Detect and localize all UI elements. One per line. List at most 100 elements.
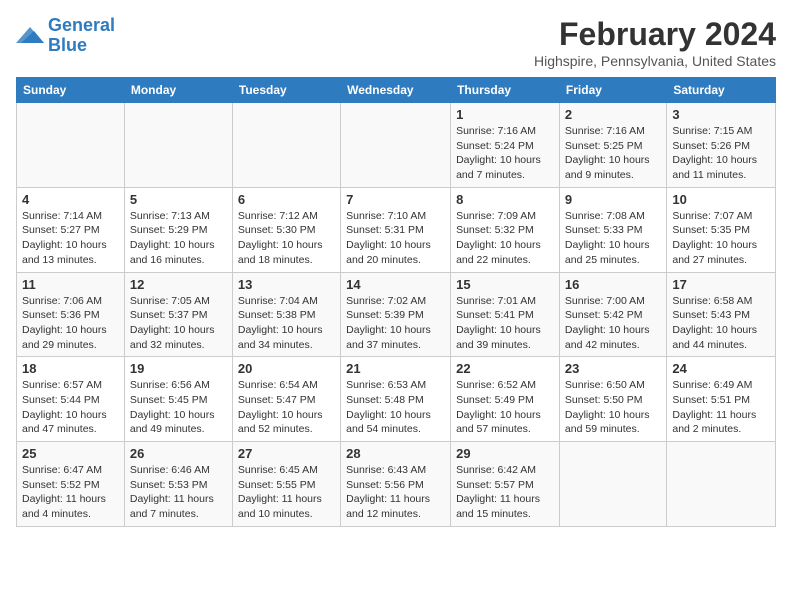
day-info: Sunrise: 7:01 AM Sunset: 5:41 PM Dayligh… [456,294,554,353]
day-number: 25 [22,446,119,461]
calendar-cell: 2 Sunrise: 7:16 AM Sunset: 5:25 PM Daylig… [559,103,666,188]
column-header-saturday: Saturday [667,78,776,103]
page-title: February 2024 [534,16,776,53]
day-info: Sunrise: 6:52 AM Sunset: 5:49 PM Dayligh… [456,378,554,437]
day-info: Sunrise: 7:06 AM Sunset: 5:36 PM Dayligh… [22,294,119,353]
calendar-cell [667,442,776,527]
calendar-cell: 20 Sunrise: 6:54 AM Sunset: 5:47 PM Dayli… [232,357,340,442]
calendar-cell: 23 Sunrise: 6:50 AM Sunset: 5:50 PM Dayli… [559,357,666,442]
day-number: 1 [456,107,554,122]
title-block: February 2024 Highspire, Pennsylvania, U… [534,16,776,69]
day-number: 20 [238,361,335,376]
day-info: Sunrise: 7:12 AM Sunset: 5:30 PM Dayligh… [238,209,335,268]
day-info: Sunrise: 6:57 AM Sunset: 5:44 PM Dayligh… [22,378,119,437]
day-number: 7 [346,192,445,207]
day-number: 4 [22,192,119,207]
calendar-cell: 9Sunrise: 7:08 AM Sunset: 5:33 PM Daylig… [559,187,666,272]
calendar-cell: 7Sunrise: 7:10 AM Sunset: 5:31 PM Daylig… [341,187,451,272]
calendar-week-row: 4 Sunrise: 7:14 AM Sunset: 5:27 PM Daylig… [17,187,776,272]
calendar-cell: 6 Sunrise: 7:12 AM Sunset: 5:30 PM Daylig… [232,187,340,272]
calendar-cell [124,103,232,188]
day-info: Sunrise: 7:05 AM Sunset: 5:37 PM Dayligh… [130,294,227,353]
calendar-cell [232,103,340,188]
column-header-tuesday: Tuesday [232,78,340,103]
calendar-cell: 11 Sunrise: 7:06 AM Sunset: 5:36 PM Dayli… [17,272,125,357]
day-number: 28 [346,446,445,461]
calendar-cell: 29Sunrise: 6:42 AM Sunset: 5:57 PM Dayli… [451,442,560,527]
day-info: Sunrise: 7:09 AM Sunset: 5:32 PM Dayligh… [456,209,554,268]
calendar-cell [17,103,125,188]
calendar-table: SundayMondayTuesdayWednesdayThursdayFrid… [16,77,776,527]
day-number: 18 [22,361,119,376]
calendar-cell: 5 Sunrise: 7:13 AM Sunset: 5:29 PM Daylig… [124,187,232,272]
calendar-cell: 25 Sunrise: 6:47 AM Sunset: 5:52 PM Dayli… [17,442,125,527]
column-header-friday: Friday [559,78,666,103]
calendar-cell: 27Sunrise: 6:45 AM Sunset: 5:55 PM Dayli… [232,442,340,527]
calendar-cell: 18 Sunrise: 6:57 AM Sunset: 5:44 PM Dayli… [17,357,125,442]
day-number: 8 [456,192,554,207]
day-number: 23 [565,361,661,376]
day-number: 10 [672,192,770,207]
calendar-cell: 8 Sunrise: 7:09 AM Sunset: 5:32 PM Daylig… [451,187,560,272]
column-header-wednesday: Wednesday [341,78,451,103]
calendar-cell: 28Sunrise: 6:43 AM Sunset: 5:56 PM Dayli… [341,442,451,527]
day-info: Sunrise: 7:16 AM Sunset: 5:25 PM Dayligh… [565,124,661,183]
calendar-week-row: 18 Sunrise: 6:57 AM Sunset: 5:44 PM Dayli… [17,357,776,442]
logo-line1: General [48,15,115,35]
day-info: Sunrise: 7:00 AM Sunset: 5:42 PM Dayligh… [565,294,661,353]
day-info: Sunrise: 7:15 AM Sunset: 5:26 PM Dayligh… [672,124,770,183]
calendar-week-row: 1 Sunrise: 7:16 AM Sunset: 5:24 PM Daylig… [17,103,776,188]
day-info: Sunrise: 7:16 AM Sunset: 5:24 PM Dayligh… [456,124,554,183]
day-number: 12 [130,277,227,292]
day-info: Sunrise: 6:45 AM Sunset: 5:55 PM Dayligh… [238,463,335,522]
calendar-week-row: 25 Sunrise: 6:47 AM Sunset: 5:52 PM Dayli… [17,442,776,527]
calendar-week-row: 11 Sunrise: 7:06 AM Sunset: 5:36 PM Dayli… [17,272,776,357]
page-subtitle: Highspire, Pennsylvania, United States [534,53,776,69]
calendar-cell: 15Sunrise: 7:01 AM Sunset: 5:41 PM Dayli… [451,272,560,357]
column-header-monday: Monday [124,78,232,103]
day-info: Sunrise: 6:58 AM Sunset: 5:43 PM Dayligh… [672,294,770,353]
day-info: Sunrise: 7:04 AM Sunset: 5:38 PM Dayligh… [238,294,335,353]
day-number: 14 [346,277,445,292]
calendar-cell: 22 Sunrise: 6:52 AM Sunset: 5:49 PM Dayli… [451,357,560,442]
page-header: General Blue February 2024 Highspire, Pe… [16,16,776,69]
calendar-cell: 17 Sunrise: 6:58 AM Sunset: 5:43 PM Dayli… [667,272,776,357]
day-info: Sunrise: 6:50 AM Sunset: 5:50 PM Dayligh… [565,378,661,437]
column-header-thursday: Thursday [451,78,560,103]
calendar-cell: 10 Sunrise: 7:07 AM Sunset: 5:35 PM Dayli… [667,187,776,272]
calendar-cell: 4 Sunrise: 7:14 AM Sunset: 5:27 PM Daylig… [17,187,125,272]
calendar-cell: 14 Sunrise: 7:02 AM Sunset: 5:39 PM Dayli… [341,272,451,357]
day-info: Sunrise: 7:07 AM Sunset: 5:35 PM Dayligh… [672,209,770,268]
day-number: 26 [130,446,227,461]
day-number: 24 [672,361,770,376]
day-info: Sunrise: 6:53 AM Sunset: 5:48 PM Dayligh… [346,378,445,437]
day-info: Sunrise: 6:47 AM Sunset: 5:52 PM Dayligh… [22,463,119,522]
day-number: 6 [238,192,335,207]
day-info: Sunrise: 7:14 AM Sunset: 5:27 PM Dayligh… [22,209,119,268]
logo-icon [16,25,44,47]
day-number: 29 [456,446,554,461]
day-number: 22 [456,361,554,376]
day-info: Sunrise: 6:54 AM Sunset: 5:47 PM Dayligh… [238,378,335,437]
day-number: 5 [130,192,227,207]
day-number: 2 [565,107,661,122]
calendar-cell: 19Sunrise: 6:56 AM Sunset: 5:45 PM Dayli… [124,357,232,442]
logo-line2: Blue [48,35,87,55]
calendar-header-row: SundayMondayTuesdayWednesdayThursdayFrid… [17,78,776,103]
day-info: Sunrise: 6:49 AM Sunset: 5:51 PM Dayligh… [672,378,770,437]
calendar-cell [341,103,451,188]
day-number: 16 [565,277,661,292]
day-info: Sunrise: 7:13 AM Sunset: 5:29 PM Dayligh… [130,209,227,268]
day-number: 19 [130,361,227,376]
calendar-cell [559,442,666,527]
day-number: 17 [672,277,770,292]
column-header-sunday: Sunday [17,78,125,103]
calendar-cell: 21 Sunrise: 6:53 AM Sunset: 5:48 PM Dayli… [341,357,451,442]
day-number: 11 [22,277,119,292]
calendar-cell: 1 Sunrise: 7:16 AM Sunset: 5:24 PM Daylig… [451,103,560,188]
day-number: 13 [238,277,335,292]
day-info: Sunrise: 7:02 AM Sunset: 5:39 PM Dayligh… [346,294,445,353]
logo-text: General Blue [48,16,115,56]
calendar-cell: 3Sunrise: 7:15 AM Sunset: 5:26 PM Daylig… [667,103,776,188]
day-number: 21 [346,361,445,376]
